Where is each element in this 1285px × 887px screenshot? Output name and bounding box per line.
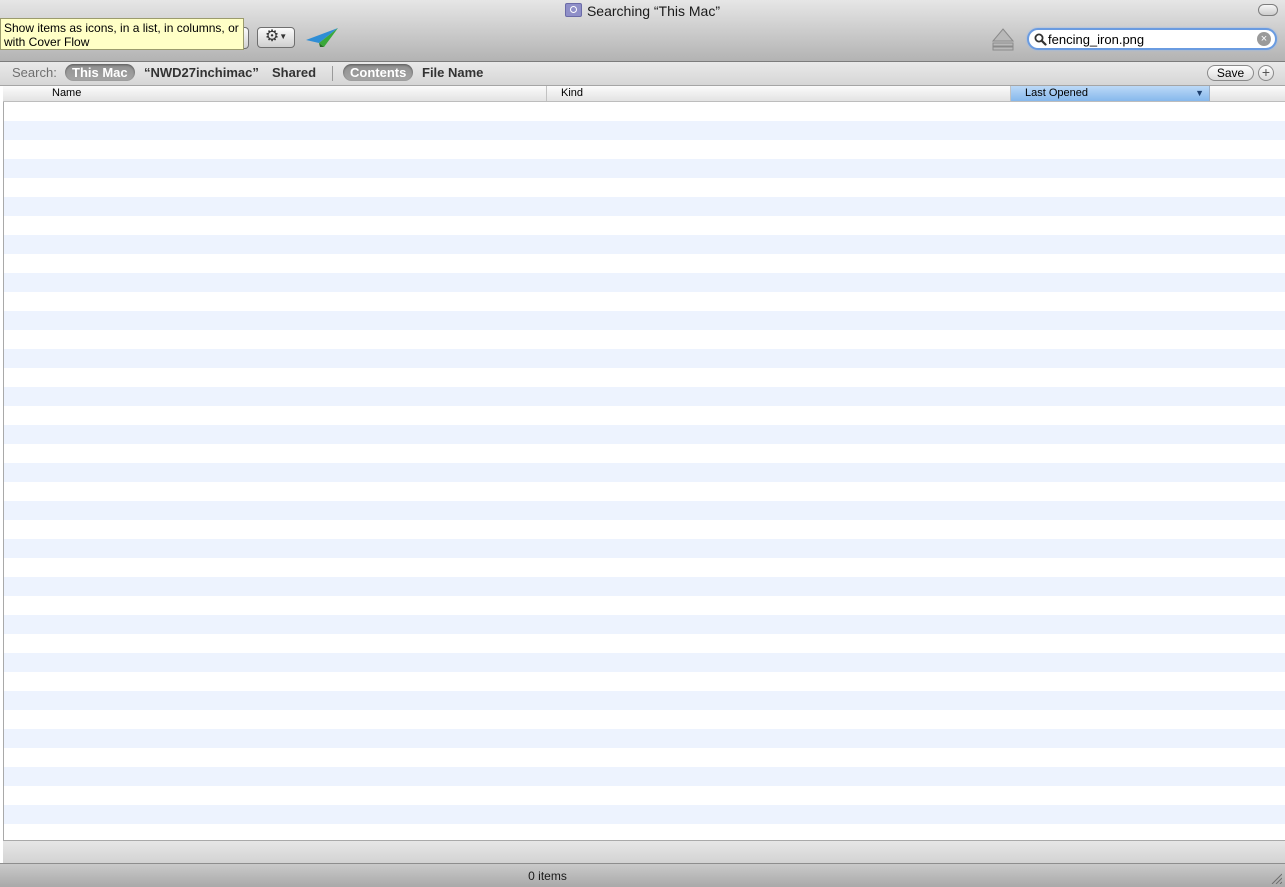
- scope-nwd27inchimac[interactable]: “NWD27inchimac”: [137, 64, 266, 81]
- search-scope-label: Search:: [12, 65, 57, 80]
- window-title-text: Searching “This Mac”: [586, 3, 721, 19]
- add-criteria-button[interactable]: +: [1258, 65, 1274, 81]
- resize-grip-icon[interactable]: [1270, 872, 1282, 884]
- smart-folder-icon: [564, 3, 582, 17]
- column-header-kind-label: Kind: [561, 87, 584, 99]
- plus-icon: +: [1261, 64, 1271, 80]
- criteria-contents[interactable]: Contents: [343, 64, 414, 81]
- window-toolbar: Searching “This Mac” Show items as icons…: [0, 0, 1285, 62]
- column-header-name[interactable]: Name: [3, 86, 547, 101]
- criteria-file-name[interactable]: File Name: [415, 64, 490, 81]
- action-menu-button[interactable]: ⚙▼: [257, 27, 295, 48]
- scope-this-mac[interactable]: This Mac: [65, 64, 135, 81]
- paper-plane-icon[interactable]: [305, 26, 339, 48]
- search-icon: [1034, 33, 1047, 46]
- column-header-kind[interactable]: Kind: [547, 86, 1011, 101]
- horizontal-scrollbar[interactable]: [3, 840, 1285, 863]
- search-scope-bar: Search: This Mac “NWD27inchimac” Shared …: [0, 62, 1285, 86]
- eject-icon[interactable]: [992, 27, 1014, 51]
- item-count: 0 items: [528, 869, 567, 883]
- gear-icon: ⚙: [264, 28, 280, 45]
- sort-descending-icon: ▼: [1195, 88, 1204, 98]
- list-column-header: Name Kind Last Opened ▼: [3, 86, 1285, 102]
- status-bar: 0 items: [0, 863, 1285, 887]
- results-list[interactable]: [3, 102, 1285, 840]
- search-field[interactable]: ×: [1027, 28, 1277, 50]
- chevron-down-icon: ▼: [279, 32, 288, 41]
- save-search-button[interactable]: Save: [1207, 65, 1254, 81]
- view-tooltip: Show items as icons, in a list, in colum…: [0, 18, 244, 50]
- scope-shared[interactable]: Shared: [265, 64, 323, 81]
- column-header-last-opened-label: Last Opened: [1025, 87, 1088, 99]
- column-header-name-label: Name: [52, 87, 82, 99]
- clear-search-icon[interactable]: ×: [1257, 32, 1271, 46]
- scope-divider: [332, 66, 333, 81]
- toolbar-toggle-button[interactable]: [1258, 4, 1278, 16]
- window-title: Searching “This Mac”: [0, 3, 1285, 19]
- search-input[interactable]: [1048, 31, 1253, 47]
- column-header-last-opened[interactable]: Last Opened ▼: [1011, 86, 1210, 101]
